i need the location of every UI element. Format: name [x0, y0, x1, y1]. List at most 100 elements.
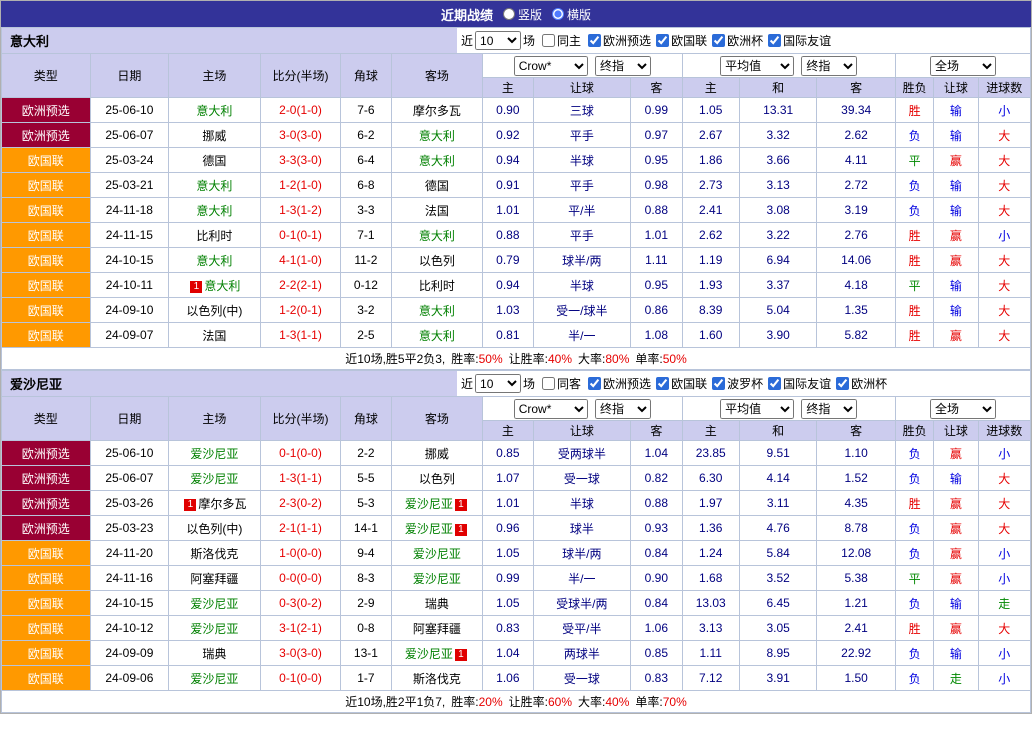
handicap-line: 半/一 [533, 323, 631, 348]
competition-checkbox[interactable] [712, 377, 725, 390]
avg-home-odds: 1.24 [682, 541, 739, 566]
final-odds-select[interactable]: 终指 [595, 56, 651, 76]
bookmaker-select[interactable]: Crow* [514, 399, 588, 419]
col-avg-draw: 和 [739, 421, 817, 441]
competition-filter[interactable]: 欧国联 [651, 32, 707, 49]
competition-checkbox[interactable] [768, 34, 781, 47]
competition-cell: 欧洲预选 [2, 98, 91, 123]
corner-cell: 3-3 [341, 198, 391, 223]
handicap-away-odds: 0.83 [631, 666, 682, 691]
competition-checkbox[interactable] [656, 34, 669, 47]
competition-filter[interactable]: 波罗杯 [707, 375, 763, 392]
competition-cell: 欧国联 [2, 591, 91, 616]
games-label: 场 [523, 375, 535, 392]
match-row: 欧国联24-10-15意大利4-1(1-0)11-2以色列0.79球半/两1.1… [2, 248, 1031, 273]
away-team: 意大利 [391, 123, 483, 148]
competition-filter[interactable]: 国际友谊 [763, 32, 831, 49]
same-venue-filter[interactable]: 同客 [537, 375, 581, 392]
avg-home-odds: 1.86 [682, 148, 739, 173]
final-odds-select-2[interactable]: 终指 [801, 56, 857, 76]
average-select[interactable]: 平均值 [720, 56, 794, 76]
competition-filter[interactable]: 欧洲预选 [583, 375, 651, 392]
same-venue-filter[interactable]: 同主 [537, 32, 581, 49]
competition-checkbox[interactable] [712, 34, 725, 47]
match-row: 欧国联24-10-111意大利2-2(2-1)0-12比利时0.94半球0.95… [2, 273, 1031, 298]
home-team: 意大利 [169, 173, 261, 198]
avg-home-odds: 13.03 [682, 591, 739, 616]
match-date: 24-10-15 [90, 591, 169, 616]
avg-away-odds: 3.19 [817, 198, 896, 223]
result-outcome: 负 [895, 641, 933, 666]
handicap-home-odds: 0.94 [483, 273, 533, 298]
competition-filter[interactable]: 国际友谊 [763, 375, 831, 392]
home-team-name: 摩尔多瓦 [198, 497, 246, 511]
competition-checkbox[interactable] [588, 34, 601, 47]
competition-cell: 欧洲预选 [2, 466, 91, 491]
home-team-name: 意大利 [204, 279, 240, 293]
competition-filter[interactable]: 欧洲预选 [583, 32, 651, 49]
match-date: 24-09-09 [90, 641, 169, 666]
average-select[interactable]: 平均值 [720, 399, 794, 419]
competition-checkbox[interactable] [768, 377, 781, 390]
handicap-line: 球半/两 [533, 541, 631, 566]
avg-away-odds: 2.76 [817, 223, 896, 248]
col-home: 主场 [169, 54, 261, 98]
summary-row: 近10场,胜5平2负3,胜率:50%让胜率:40%大率:80%单率:50% [2, 348, 1031, 370]
competition-label: 欧洲杯 [851, 375, 887, 392]
match-row: 欧国联24-09-07法国1-3(1-1)2-5意大利0.81半/一1.081.… [2, 323, 1031, 348]
final-odds-select[interactable]: 终指 [595, 399, 651, 419]
summary-stat-label: 大率: [578, 352, 605, 366]
avg-home-odds: 2.41 [682, 198, 739, 223]
final-odds-select-2[interactable]: 终指 [801, 399, 857, 419]
result-handicap: 走 [934, 666, 978, 691]
competition-checkbox[interactable] [588, 377, 601, 390]
competition-checkbox[interactable] [836, 377, 849, 390]
summary-stat-value: 70% [663, 695, 687, 709]
competition-checkbox[interactable] [656, 377, 669, 390]
competition-cell: 欧国联 [2, 666, 91, 691]
match-date: 24-09-07 [90, 323, 169, 348]
match-count-select[interactable]: 10 [475, 31, 521, 50]
fulltime-select[interactable]: 全场 [930, 399, 996, 419]
competition-filter[interactable]: 欧国联 [651, 375, 707, 392]
competition-cell: 欧洲预选 [2, 516, 91, 541]
avg-draw-odds: 9.51 [739, 441, 817, 466]
avg-draw-odds: 3.05 [739, 616, 817, 641]
score-cell: 2-0(1-0) [260, 98, 341, 123]
away-team-name: 斯洛伐克 [413, 672, 461, 686]
bookmaker-select[interactable]: Crow* [514, 56, 588, 76]
handicap-away-odds: 1.08 [631, 323, 682, 348]
score-cell: 0-3(0-2) [260, 591, 341, 616]
home-team: 以色列(中) [169, 516, 261, 541]
away-team-name: 挪威 [425, 447, 449, 461]
same-venue-checkbox[interactable] [542, 377, 555, 390]
vertical-layout-radio[interactable] [503, 8, 515, 20]
col-away: 客场 [391, 397, 483, 441]
horizontal-layout-option[interactable]: 横版 [552, 6, 591, 23]
handicap-home-odds: 1.04 [483, 641, 533, 666]
summary-stat-value: 50% [479, 352, 503, 366]
result-goals: 小 [978, 666, 1031, 691]
vertical-layout-option[interactable]: 竖版 [503, 6, 542, 23]
competition-filters: 欧洲预选欧国联波罗杯国际友谊 欧洲杯 [583, 375, 887, 393]
match-count-select[interactable]: 10 [475, 374, 521, 393]
corner-cell: 9-4 [341, 541, 391, 566]
same-venue-checkbox[interactable] [542, 34, 555, 47]
competition-cell: 欧洲预选 [2, 123, 91, 148]
col-score: 比分(半场) [260, 54, 341, 98]
away-team-name: 爱沙尼亚 [413, 547, 461, 561]
match-date: 25-03-26 [90, 491, 169, 516]
horizontal-layout-radio[interactable] [552, 8, 564, 20]
competition-filter[interactable]: 欧洲杯 [707, 32, 763, 49]
score-cell: 3-0(3-0) [260, 123, 341, 148]
summary-stat-label: 单率: [635, 352, 662, 366]
summary-stat-value: 50% [663, 352, 687, 366]
away-team: 爱沙尼亚1 [391, 641, 483, 666]
handicap-home-odds: 0.96 [483, 516, 533, 541]
col-result: 胜负 [895, 78, 933, 98]
home-team: 意大利 [169, 198, 261, 223]
competition-filter[interactable]: 欧洲杯 [831, 375, 887, 392]
fulltime-select[interactable]: 全场 [930, 56, 996, 76]
summary-prefix: 近10场,胜5平2负3, [345, 352, 445, 366]
col-away: 客场 [391, 54, 483, 98]
